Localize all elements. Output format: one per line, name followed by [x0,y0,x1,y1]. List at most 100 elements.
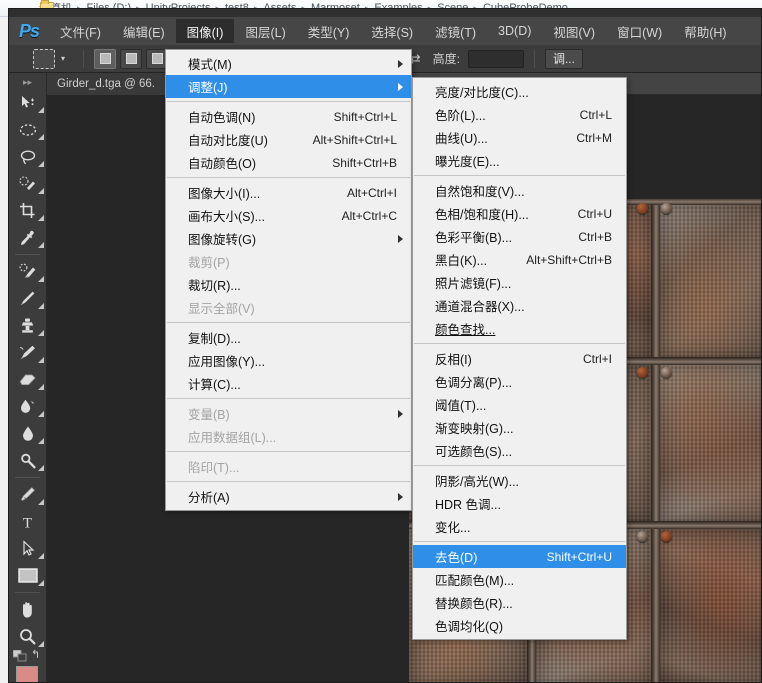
horizontal-type-tool[interactable]: T [9,508,46,535]
menu-item[interactable]: 计算(C)... [166,372,411,395]
menu-item[interactable]: 阈值(T)... [413,393,626,416]
menu-item[interactable]: 颜色查找... [413,317,626,340]
menu-item[interactable]: 模式(M) [166,52,411,75]
clone-stamp-tool[interactable] [9,312,46,339]
menubar-item-滤镜T[interactable]: 滤镜(T) [424,19,487,43]
menu-item-shortcut: Ctrl+U [577,206,612,221]
menubar-item-帮助H[interactable]: 帮助(H) [673,19,737,43]
menu-item[interactable]: 通道混合器(X)... [413,294,626,317]
menu-item[interactable]: 色彩平衡(B)... Ctrl+B [413,225,626,248]
dodge-tool[interactable] [9,447,46,474]
menu-item[interactable]: 渐变映射(G)... [413,416,626,439]
menu-item-shortcut: Alt+Shift+Ctrl+L [312,132,397,147]
menu-item[interactable]: 裁切(R)... [166,273,411,296]
menu-item-label: 模式(M) [188,58,232,72]
menu-item[interactable]: 图像大小(I)... Alt+Ctrl+I [166,181,411,204]
menu-item-label: 去色(D) [435,551,478,565]
menu-item[interactable]: 调整(J) [166,75,411,98]
path-selection-tool[interactable] [9,535,46,562]
menu-separator [414,465,625,466]
zoom-tool[interactable] [9,623,46,650]
menu-item[interactable]: 阴影/高光(W)... [413,469,626,492]
crop-tool[interactable] [9,197,46,224]
default-colors-icon[interactable] [12,649,27,662]
menu-item[interactable]: 照片滤镜(F)... [413,271,626,294]
menubar-item-编辑E[interactable]: 编辑(E) [112,19,176,43]
pen-tool[interactable] [9,481,46,508]
foreground-color-swatch[interactable] [16,666,38,682]
menu-item[interactable]: 去色(D) Shift+Ctrl+U [413,545,626,568]
menu-item[interactable]: 色调分离(P)... [413,370,626,393]
menu-item[interactable]: 自动对比度(U) Alt+Shift+Ctrl+L [166,128,411,151]
menu-item[interactable]: 画布大小(S)... Alt+Ctrl+C [166,204,411,227]
svg-text:T: T [23,515,32,530]
hand-tool[interactable] [9,596,46,623]
menu-item[interactable]: 可选颜色(S)... [413,439,626,462]
menubar-item-3DD[interactable]: 3D(D) [487,19,542,43]
menu-item[interactable]: 色阶(L)... Ctrl+L [413,103,626,126]
menubar-item-视图V[interactable]: 视图(V) [542,19,606,43]
menu-adjustments-dropdown[interactable]: 亮度/对比度(C)... 色阶(L)... Ctrl+L 曲线(U)... Ctrl+M… [412,77,627,640]
menu-item[interactable]: 亮度/对比度(C)... [413,80,626,103]
panel-collapse-icon[interactable]: ▸▸ [9,75,46,89]
new-selection-icon [99,53,111,64]
new-selection-button[interactable] [94,48,117,69]
rectangle-tool[interactable] [9,562,46,589]
menubar-item-类型Y[interactable]: 类型(Y) [297,19,361,43]
move-tool[interactable] [9,89,46,116]
menu-item-label: 图像旋转(G) [188,233,257,247]
menu-item[interactable]: 反相(I) Ctrl+I [413,347,626,370]
menu-item[interactable]: 替换颜色(R)... [413,591,626,614]
eraser-tool[interactable] [9,366,46,393]
menu-item[interactable]: 自动色调(N) Shift+Ctrl+L [166,105,411,128]
menubar-item-选择S[interactable]: 选择(S) [360,19,424,43]
eyedropper-tool[interactable] [9,224,46,251]
menu-item[interactable]: 色调均化(Q) [413,614,626,637]
brush-tool[interactable] [9,285,46,312]
menu-item-label: 反相(I) [435,353,472,367]
menu-item-label: 可选颜色(S)... [435,445,513,459]
menubar-item-窗口W[interactable]: 窗口(W) [606,19,673,43]
blur-tool[interactable] [9,420,46,447]
menubar-item-文件F[interactable]: 文件(F) [49,19,112,43]
menu-item[interactable]: 图像旋转(G) [166,227,411,250]
tool-preset-caret-icon[interactable]: ▾ [61,54,65,63]
menu-item-label: 色调均化(Q) [435,620,504,634]
menu-item[interactable]: 自动颜色(O) Shift+Ctrl+B [166,151,411,174]
menu-item[interactable]: 变化... [413,515,626,538]
document-tab[interactable]: Girder_d.tga @ 66. [47,72,166,95]
menubar-item-图像I[interactable]: 图像(I) [175,19,235,43]
rectangular-marquee-tool[interactable] [9,116,46,143]
divider [15,254,40,255]
menu-item-shortcut: Shift+Ctrl+L [333,109,397,124]
menubar-item-图层L[interactable]: 图层(L) [234,19,296,43]
rectangular-marquee-icon[interactable] [33,48,55,69]
menu-item[interactable]: 应用图像(Y)... [166,349,411,372]
menu-item[interactable]: 曲线(U)... Ctrl+M [413,126,626,149]
menu-item[interactable]: 自然饱和度(V)... [413,179,626,202]
submenu-arrow-icon [398,234,403,243]
menu-item[interactable]: 色相/饱和度(H)... Ctrl+U [413,202,626,225]
add-to-selection-button[interactable] [120,48,143,69]
menu-item: 显示全部(V) [166,296,411,319]
refine-edge-button[interactable]: 调... [544,48,583,69]
menu-separator [414,175,625,176]
history-brush-tool[interactable] [9,339,46,366]
lasso-tool[interactable] [9,143,46,170]
swap-colors-icon[interactable]: ↰ [31,648,40,661]
spot-healing-brush-tool[interactable] [9,258,46,285]
gradient-tool[interactable] [9,393,46,420]
menu-item[interactable]: 分析(A) [166,485,411,508]
menu-item: 变量(B) [166,402,411,425]
menu-item[interactable]: 复制(D)... [166,326,411,349]
menu-item[interactable]: 曝光度(E)... [413,149,626,172]
menu-item[interactable]: 黑白(K)... Alt+Shift+Ctrl+B [413,248,626,271]
menu-item-label: 通道混合器(X)... [435,300,525,314]
quick-selection-tool[interactable] [9,170,46,197]
menu-image-dropdown[interactable]: 模式(M) 调整(J) 自动色调(N) Shift+Ctrl+L 自动对比度(U) Alt… [165,49,412,511]
height-input[interactable] [467,49,524,68]
menu-item[interactable]: HDR 色调... [413,492,626,515]
menu-item[interactable]: 匹配颜色(M)... [413,568,626,591]
menu-item-label: 应用图像(Y)... [188,355,266,369]
menu-item-label: 色相/饱和度(H)... [435,208,529,222]
